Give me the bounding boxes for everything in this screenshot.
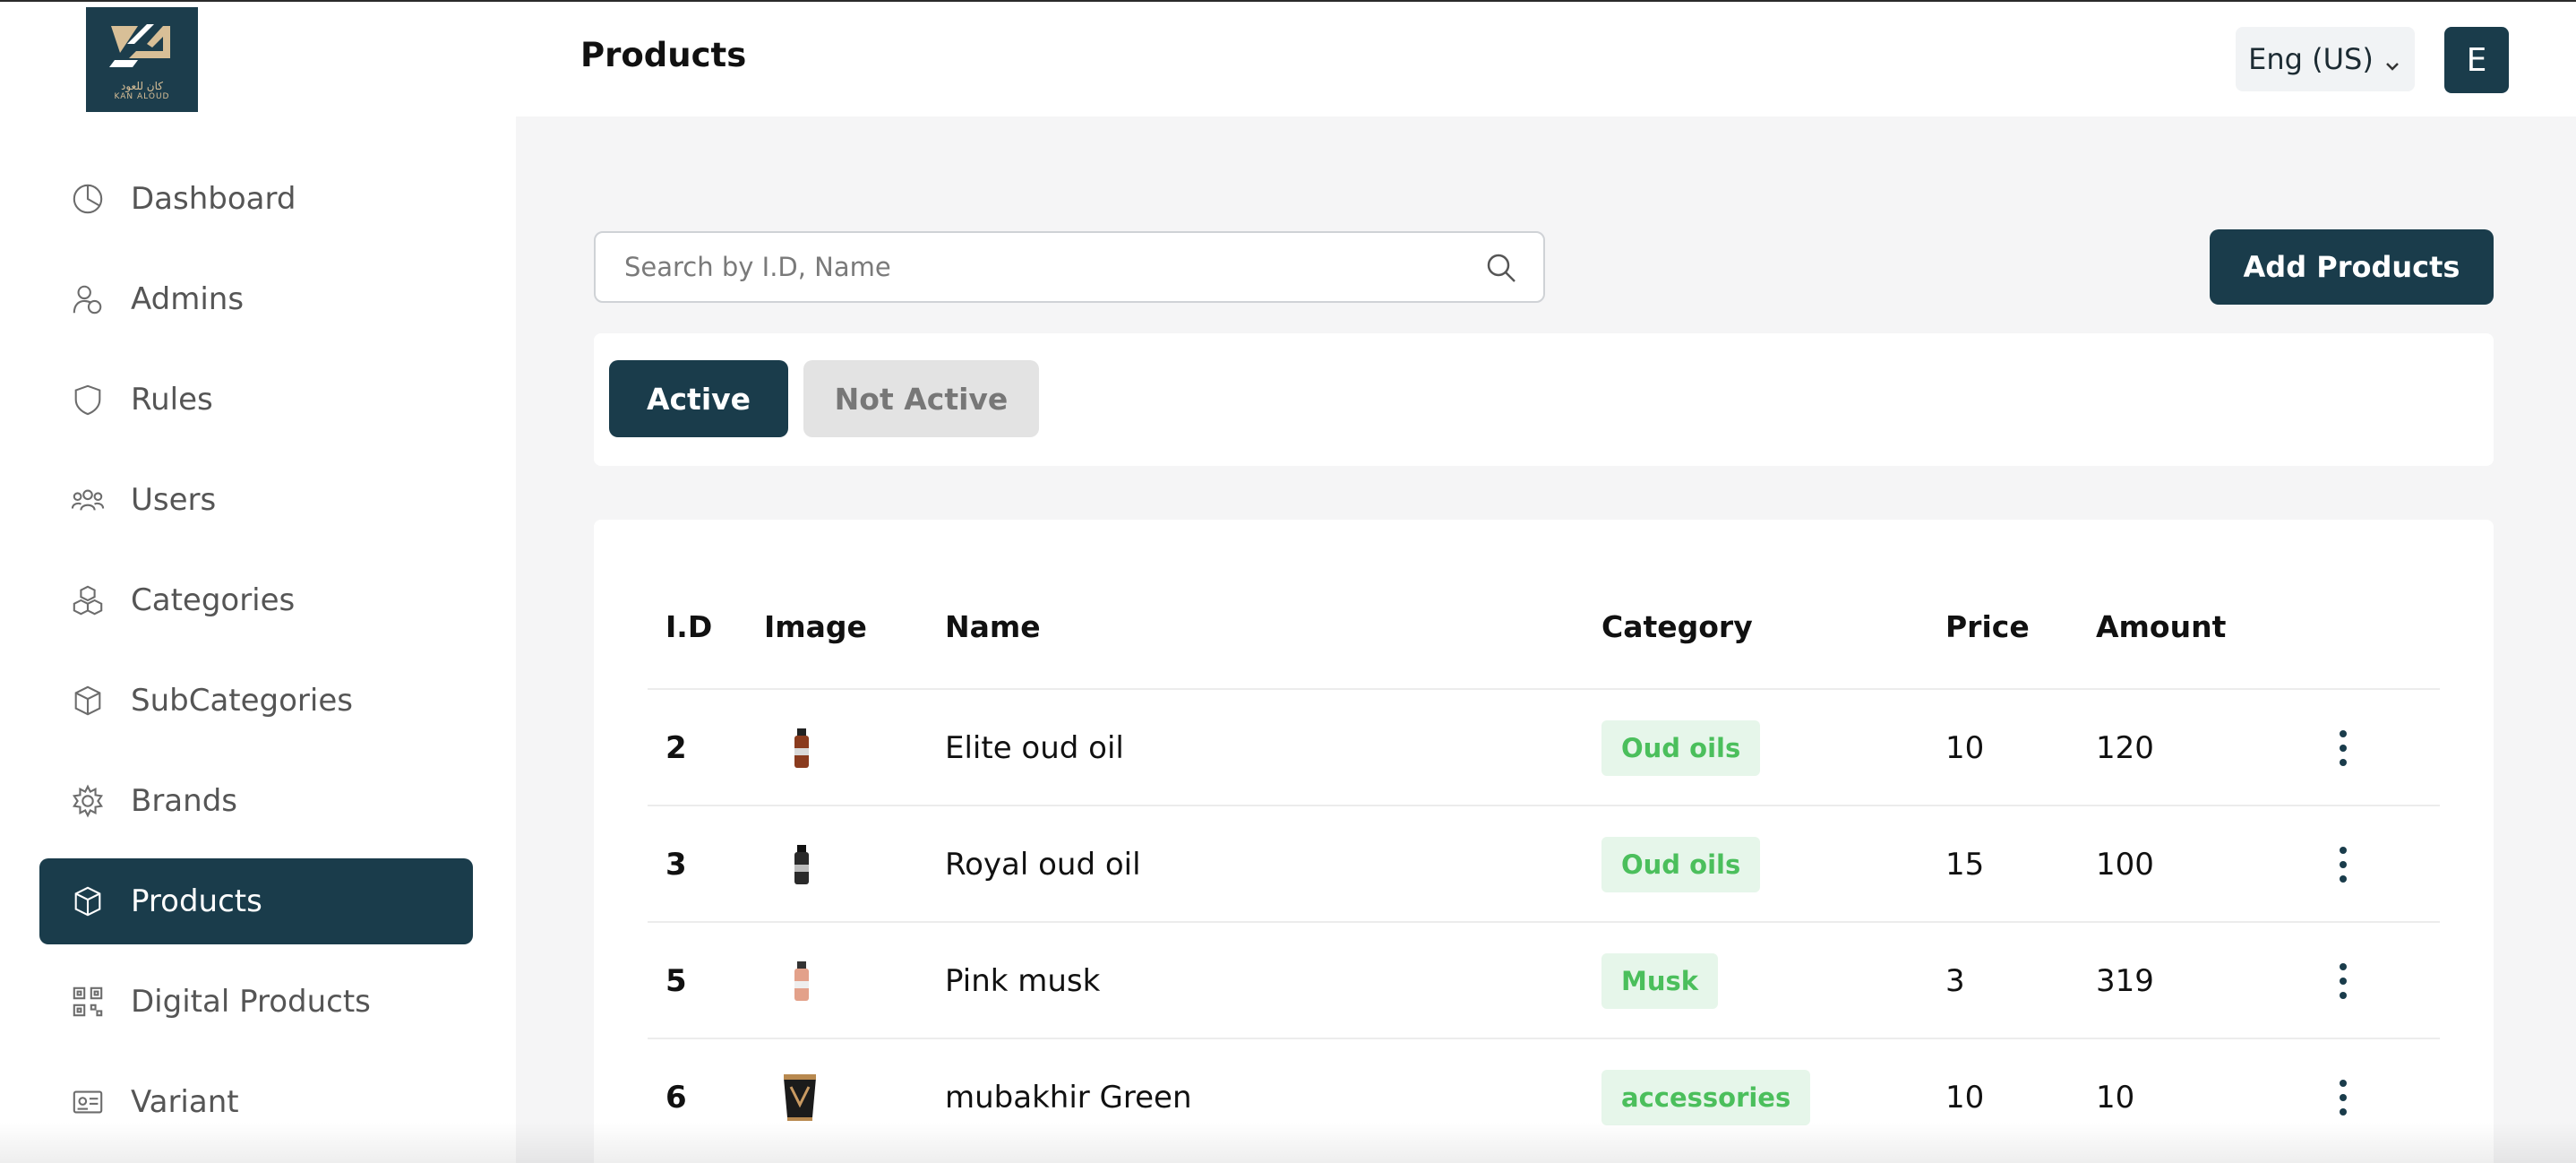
sidebar: كان للعود KAN ALOUD Dashboard Admins Rul… [0, 2, 516, 1163]
boxes-icon [70, 582, 106, 618]
table-row[interactable]: 6 mubakhir Green accessories 10 10 [648, 1038, 2440, 1154]
logo-text-english: KAN ALOUD [114, 92, 170, 101]
sidebar-item-label: Admins [131, 281, 245, 317]
sidebar-item-rules[interactable]: Rules [39, 357, 473, 443]
admin-user-icon [70, 281, 106, 317]
chevron-down-icon [2383, 49, 2402, 71]
products-table: I.D Image Name Category Price Amount 2 E… [594, 520, 2494, 1163]
gear-badge-icon [70, 783, 106, 819]
search-input[interactable] [624, 252, 1466, 282]
shield-icon [70, 382, 106, 418]
more-options-icon[interactable] [2338, 1071, 2348, 1124]
table-row[interactable]: 2 Elite oud oil Oud oils 10 120 [648, 688, 2440, 805]
category-badge: Oud oils [1601, 720, 1761, 776]
category-badge-cell: Musk [1601, 923, 1719, 1039]
more-options-icon[interactable] [2338, 954, 2348, 1008]
brand-logo[interactable]: كان للعود KAN ALOUD [86, 7, 198, 112]
sidebar-item-label: Products [131, 883, 262, 919]
row-actions-cell [2338, 1039, 2348, 1156]
row-price: 10 [1945, 1080, 1985, 1116]
row-name: Royal oud oil [945, 847, 1141, 883]
row-amount: 120 [2096, 730, 2154, 766]
sidebar-item-brands[interactable]: Brands [39, 758, 473, 844]
table-row[interactable]: 5 Pink musk Musk 3 319 [648, 921, 2440, 1038]
tab-active[interactable]: Active [609, 360, 788, 437]
sidebar-item-label: Categories [131, 582, 296, 618]
row-price: 10 [1945, 730, 1985, 766]
category-badge: accessories [1601, 1070, 1811, 1125]
table-header: I.D Image Name Category Price Amount [648, 609, 2440, 670]
row-id: 6 [665, 1080, 687, 1116]
logo-mark-icon [108, 24, 170, 67]
id-card-icon [70, 1084, 106, 1120]
avatar[interactable]: E [2444, 27, 2509, 93]
sidebar-item-products[interactable]: Products [39, 858, 473, 944]
more-options-icon[interactable] [2338, 838, 2348, 892]
language-label: Eng (US) [2248, 42, 2374, 76]
sidebar-item-categories[interactable]: Categories [39, 557, 473, 643]
sidebar-item-label: Rules [131, 382, 213, 418]
sidebar-item-users[interactable]: Users [39, 457, 473, 543]
row-name: Elite oud oil [945, 730, 1124, 766]
row-name: mubakhir Green [945, 1080, 1192, 1116]
sidebar-item-variant[interactable]: Variant [39, 1059, 473, 1145]
column-header-category: Category [1601, 609, 1753, 644]
users-group-icon [70, 482, 106, 518]
category-badge: Oud oils [1601, 837, 1761, 892]
search-icon[interactable] [1484, 251, 1518, 285]
incense-burner-image [775, 1039, 825, 1156]
sidebar-item-admins[interactable]: Admins [39, 256, 473, 342]
pie-chart-icon [70, 181, 106, 217]
sidebar-item-label: Digital Products [131, 984, 371, 1020]
cube-icon [70, 883, 106, 919]
sidebar-nav: Dashboard Admins Rules Users Categories [39, 156, 473, 1159]
column-header-price: Price [1945, 609, 2030, 644]
cube-icon [70, 683, 106, 719]
row-id: 5 [665, 963, 687, 999]
dark-bottle-image [784, 690, 820, 806]
row-actions-cell [2338, 806, 2348, 923]
column-header-amount: Amount [2096, 609, 2227, 644]
column-header-name: Name [945, 609, 1041, 644]
table-row[interactable]: 3 Royal oud oil Oud oils 15 100 [648, 805, 2440, 921]
filter-card: Active Not Active [594, 333, 2494, 466]
top-header: Products Eng (US) E [516, 2, 2576, 116]
row-amount: 10 [2096, 1080, 2135, 1116]
black-bottle-image [784, 806, 820, 923]
sidebar-item-label: Dashboard [131, 181, 296, 217]
sidebar-item-subcategories[interactable]: SubCategories [39, 658, 473, 744]
column-header-id: I.D [665, 609, 713, 644]
page-title: Products [580, 36, 747, 74]
row-actions-cell [2338, 690, 2348, 806]
row-actions-cell [2338, 923, 2348, 1039]
more-options-icon[interactable] [2338, 721, 2348, 775]
pink-bottle-image [784, 923, 820, 1039]
sidebar-item-digital-products[interactable]: Digital Products [39, 959, 473, 1045]
row-price: 15 [1945, 847, 1985, 883]
row-price: 3 [1945, 963, 1965, 999]
row-amount: 319 [2096, 963, 2154, 999]
column-header-image: Image [764, 609, 867, 644]
row-amount: 100 [2096, 847, 2154, 883]
category-badge-cell: accessories [1601, 1039, 1811, 1156]
sidebar-item-label: SubCategories [131, 683, 353, 719]
search-box [594, 231, 1545, 303]
sidebar-item-dashboard[interactable]: Dashboard [39, 156, 473, 242]
row-id: 2 [665, 730, 687, 766]
add-products-button[interactable]: Add Products [2210, 229, 2494, 305]
category-badge-cell: Oud oils [1601, 690, 1761, 806]
logo-text-arabic: كان للعود [121, 80, 163, 92]
row-id: 3 [665, 847, 687, 883]
tab-not-active[interactable]: Not Active [803, 360, 1039, 437]
row-name: Pink musk [945, 963, 1101, 999]
sidebar-item-label: Users [131, 482, 217, 518]
category-badge-cell: Oud oils [1601, 806, 1761, 923]
sidebar-item-label: Variant [131, 1084, 239, 1120]
qr-code-icon [70, 984, 106, 1020]
language-selector[interactable]: Eng (US) [2236, 27, 2415, 91]
category-badge: Musk [1601, 953, 1719, 1009]
sidebar-item-label: Brands [131, 783, 237, 819]
